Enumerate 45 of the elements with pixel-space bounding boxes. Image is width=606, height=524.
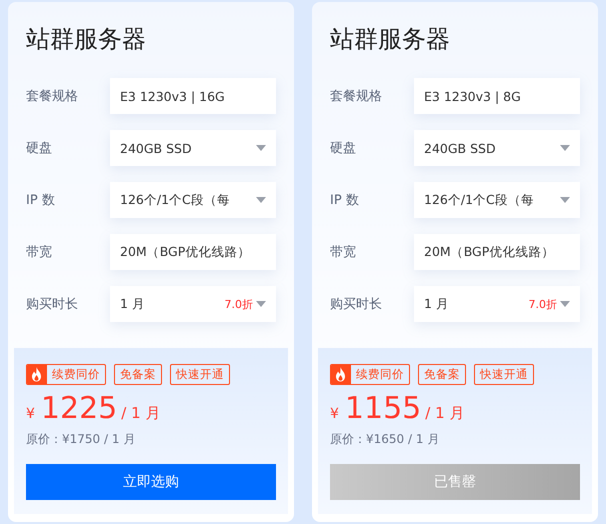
dropdown[interactable]: 1 月 7.0折: [110, 286, 276, 322]
field-label: 购买时长: [26, 296, 79, 313]
flame-icon: [27, 365, 47, 384]
value-field: 20M（BGP优化线路）: [110, 234, 276, 270]
card-title: 站群服务器: [330, 24, 451, 55]
field-label: 带宽: [26, 244, 53, 261]
caret-icon: [560, 145, 570, 151]
field-label: 套餐规格: [26, 88, 79, 105]
dropdown[interactable]: 1 月 7.0折: [414, 286, 580, 322]
field-label: 硬盘: [330, 140, 357, 157]
dropdown[interactable]: 126个/1个C段（每: [110, 182, 276, 218]
field-label: 硬盘: [26, 140, 53, 157]
flame-icon: [331, 365, 351, 384]
currency-symbol: ¥: [330, 406, 339, 422]
dropdown[interactable]: 240GB SSD: [414, 130, 580, 166]
caret-icon: [560, 197, 570, 203]
value-field: E3 1230v3 | 8G: [414, 78, 580, 114]
feature-tag: 免备案: [114, 364, 162, 385]
field-label: IP 数: [330, 192, 360, 209]
caret-icon: [560, 301, 570, 307]
original-price: 原价：¥1650 / 1 月: [330, 431, 440, 448]
original-price: 原价：¥1750 / 1 月: [26, 431, 136, 448]
feature-tag: 快速开通: [474, 364, 534, 385]
price: 1155: [344, 391, 422, 426]
value-field: 20M（BGP优化线路）: [414, 234, 580, 270]
field-label: 带宽: [330, 244, 357, 261]
feature-tag: 快速开通: [170, 364, 230, 385]
caret-icon: [256, 197, 266, 203]
price: 1225: [40, 391, 118, 426]
field-label: IP 数: [26, 192, 56, 209]
caret-icon: [256, 301, 266, 307]
card-title: 站群服务器: [26, 24, 147, 55]
caret-icon: [256, 145, 266, 151]
feature-tag: 免备案: [418, 364, 466, 385]
feature-tag: 续费同价: [26, 364, 106, 385]
value-field: E3 1230v3 | 16G: [110, 78, 276, 114]
feature-tag: 续费同价: [330, 364, 410, 385]
price-period: / 1 月: [425, 404, 464, 423]
field-label: 套餐规格: [330, 88, 383, 105]
dropdown[interactable]: 126个/1个C段（每: [414, 182, 580, 218]
currency-symbol: ¥: [26, 406, 35, 422]
price-period: / 1 月: [121, 404, 160, 423]
buy-button[interactable]: 立即选购: [26, 464, 276, 500]
field-label: 购买时长: [330, 296, 383, 313]
dropdown[interactable]: 240GB SSD: [110, 130, 276, 166]
